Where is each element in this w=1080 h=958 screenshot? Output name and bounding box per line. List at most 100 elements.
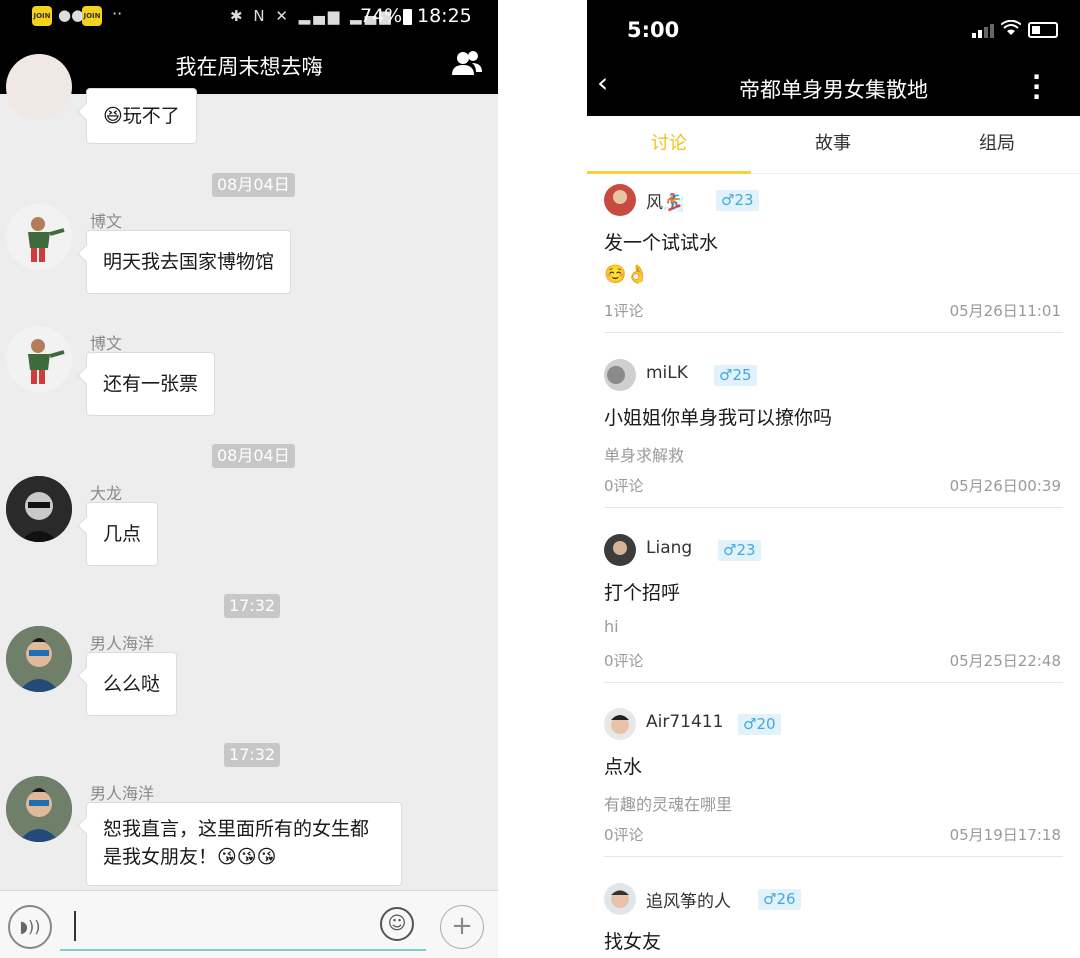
comment-count: 1评论	[604, 302, 644, 320]
post-item[interactable]: miLK ♂25 小姐姐你单身我可以撩你吗 单身求解救 0评论 05月26日00…	[604, 359, 1063, 509]
avatar[interactable]	[604, 708, 636, 740]
comment-count: 0评论	[604, 826, 644, 844]
message-text-line: 恕我直言，这里面所有的女生都	[103, 818, 370, 840]
post-body: ☺️👌	[604, 264, 649, 285]
message-bubble[interactable]: 明天我去国家博物馆	[86, 230, 292, 294]
time-separator: 17:32	[224, 594, 281, 618]
message-bubble[interactable]: 😆玩不了	[86, 88, 197, 144]
post-author: Liang ♂23	[604, 534, 1063, 568]
message-text: 还有一张票	[103, 373, 199, 395]
avatar[interactable]	[604, 359, 636, 391]
battery-icon	[1028, 22, 1058, 38]
battery-icon	[403, 9, 412, 25]
post-title: 打个招呼	[604, 582, 681, 604]
message-bubble[interactable]: 么么哒	[86, 652, 178, 716]
author-name: 风🏂	[646, 193, 685, 213]
comment-count: 0评论	[604, 652, 644, 670]
author-name: miLK	[646, 363, 688, 383]
message-bubble[interactable]: 恕我直言，这里面所有的女生都 是我女朋友！😘😘😘	[86, 802, 402, 886]
post-title: 点水	[604, 756, 643, 778]
message-list[interactable]: 😆玩不了 08月04日 博文 明天我去国家博物馆 博文 还有一张票 08月04日…	[0, 54, 498, 890]
post-author: miLK ♂25	[604, 359, 1063, 393]
sender-name: 大龙	[90, 484, 123, 503]
avatar[interactable]	[6, 54, 72, 120]
emoji-icon[interactable]: ☺	[380, 907, 414, 941]
message-text: 几点	[103, 523, 142, 545]
time-separator: 17:32	[224, 743, 281, 767]
post-time: 05月25日22:48	[949, 652, 1061, 670]
post-time: 05月26日00:39	[949, 477, 1061, 495]
status-time: 18:25	[417, 5, 472, 27]
sender-name: 男人海洋	[90, 784, 155, 803]
gender-age-badge: ♂25	[714, 365, 757, 386]
post-title: 发一个试试水	[604, 232, 719, 254]
divider	[604, 682, 1063, 683]
left-phone-screen: JOIN ●● JOIN ·· ✱ N ✕ ▂▄▆ ▂▄▆ 74% 18:25 …	[0, 0, 498, 958]
post-item[interactable]: Liang ♂23 打个招呼 hi 0评论 05月25日22:48	[604, 534, 1063, 684]
post-title: 找女友	[604, 931, 662, 953]
avatar[interactable]	[6, 476, 72, 542]
signal-icon	[972, 24, 994, 38]
message-text-line: 是我女朋友！😘😘😘	[103, 846, 277, 868]
post-author: 风🏂 ♂23	[604, 184, 1063, 218]
divider	[604, 332, 1063, 333]
post-time: 05月26日11:01	[949, 302, 1061, 320]
more-notifications-icon: ··	[112, 4, 123, 23]
join-app-icon-2: JOIN	[82, 6, 102, 26]
battery-percent: 74%	[360, 5, 403, 27]
avatar[interactable]	[6, 776, 72, 842]
tab-meetups[interactable]: 组局	[915, 116, 1079, 174]
time-separator: 08月04日	[212, 444, 295, 468]
message-text: 😆玩不了	[103, 105, 180, 127]
gender-age-badge: ♂20	[738, 714, 781, 735]
status-bar: JOIN ●● JOIN ·· ✱ N ✕ ▂▄▆ ▂▄▆ 74% 18:25	[0, 0, 498, 34]
gender-age-badge: ♂23	[718, 540, 761, 561]
voice-icon[interactable]: ◗))	[8, 905, 52, 949]
chat-title: 我在周末想去嗨	[175, 55, 323, 79]
sender-name: 男人海洋	[90, 634, 155, 653]
avatar[interactable]	[604, 883, 636, 915]
tab-bar: 讨论 故事 组局	[587, 116, 1080, 174]
author-name: Liang	[646, 538, 693, 558]
post-item[interactable]: Air71411 ♂20 点水 有趣的灵魂在哪里 0评论 05月19日17:18	[604, 708, 1063, 858]
avatar[interactable]	[6, 626, 72, 692]
avatar[interactable]	[604, 184, 636, 216]
group-members-icon[interactable]	[450, 47, 484, 81]
right-phone-screen: 5:00 ‹ 帝都单身男女集散地 · · · 讨论 故事 组局 风🏂 ♂23 发一个…	[587, 0, 1080, 958]
post-author: Air71411 ♂20	[604, 708, 1063, 742]
time-separator: 08月04日	[212, 173, 295, 197]
divider	[604, 507, 1063, 508]
avatar[interactable]	[6, 326, 72, 392]
avatar[interactable]	[604, 534, 636, 566]
status-time: 5:00	[627, 18, 680, 42]
post-item[interactable]: 风🏂 ♂23 发一个试试水 ☺️👌 1评论 05月26日11:01	[604, 184, 1063, 334]
text-caret	[74, 911, 76, 941]
post-item[interactable]: 追风筝的人 ♂26 找女友	[604, 883, 1063, 958]
post-body: hi	[604, 617, 619, 636]
tab-discussion[interactable]: 讨论	[587, 116, 751, 174]
message-text: 么么哒	[103, 673, 161, 695]
message-bubble[interactable]: 还有一张票	[86, 352, 216, 416]
divider	[604, 856, 1063, 857]
plus-icon[interactable]: +	[440, 905, 484, 949]
more-options-icon[interactable]: · · ·	[1032, 65, 1041, 109]
post-title: 小姐姐你单身我可以撩你吗	[604, 407, 833, 429]
chat-navbar: ‹ 我在周末想去嗨	[0, 34, 498, 94]
gender-age-badge: ♂26	[758, 889, 801, 910]
gender-age-badge: ♂23	[716, 190, 759, 211]
sender-name: 博文	[90, 334, 123, 353]
chat-input-bar: ◗)) ☺ +	[0, 890, 498, 958]
comment-count: 0评论	[604, 477, 644, 495]
message-text: 明天我去国家博物馆	[103, 251, 275, 273]
tab-stories[interactable]: 故事	[751, 116, 915, 174]
sender-name: 博文	[90, 212, 123, 231]
post-author: 追风筝的人 ♂26	[604, 883, 1063, 917]
active-tab-indicator	[587, 171, 751, 174]
message-input[interactable]	[60, 903, 426, 951]
author-name: 追风筝的人	[646, 892, 731, 912]
message-bubble[interactable]: 几点	[86, 502, 159, 566]
avatar[interactable]	[6, 204, 72, 270]
post-body: 单身求解救	[604, 446, 685, 465]
group-title: 帝都单身男女集散地	[739, 78, 928, 102]
author-name: Air71411	[646, 712, 724, 732]
